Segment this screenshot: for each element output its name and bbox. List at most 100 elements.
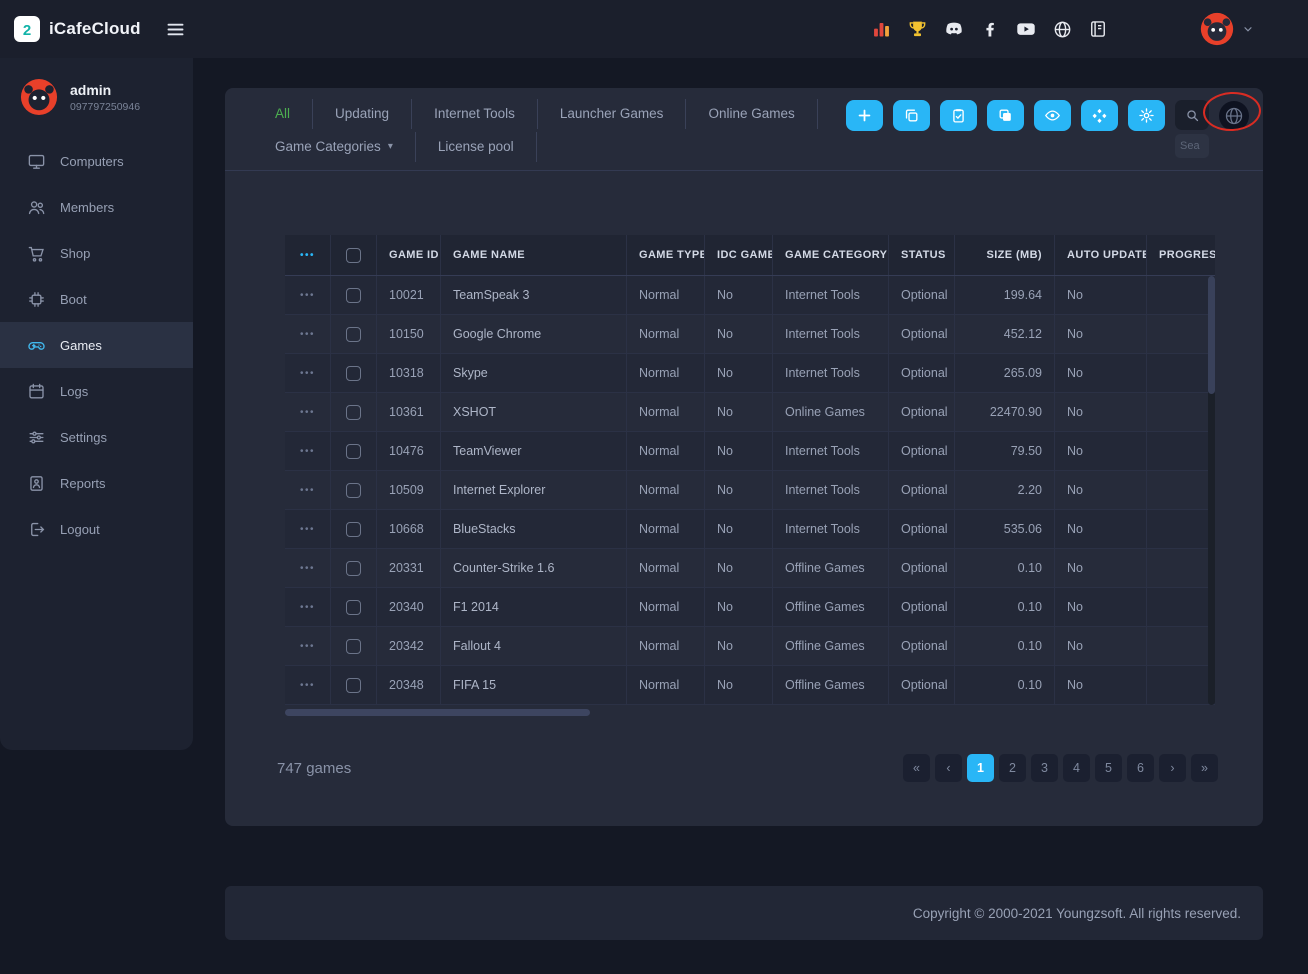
header-size-mb[interactable]: SIZE (MB) bbox=[955, 235, 1055, 275]
header-auto-update[interactable]: AUTO UPDATE bbox=[1055, 235, 1147, 275]
row-checkbox[interactable] bbox=[346, 600, 361, 615]
cell-game-name: F1 2014 bbox=[441, 588, 627, 626]
add-game-button[interactable] bbox=[846, 100, 883, 131]
category-manage-button[interactable] bbox=[1081, 100, 1118, 131]
page-4-button[interactable]: 4 bbox=[1063, 754, 1090, 782]
sidebar-item-games[interactable]: Games bbox=[0, 322, 193, 368]
row-menu-icon[interactable]: ••• bbox=[285, 354, 331, 392]
menu-toggle-icon[interactable] bbox=[165, 19, 186, 40]
table-row: ••• 10361 XSHOT Normal No Online Games O… bbox=[285, 393, 1215, 432]
row-checkbox[interactable] bbox=[346, 639, 361, 654]
page-prev-button[interactable]: ‹ bbox=[935, 754, 962, 782]
sidebar-item-logs[interactable]: Logs bbox=[0, 368, 193, 414]
cell-size-mb: 2.20 bbox=[955, 471, 1055, 509]
show-hide-button[interactable] bbox=[1034, 100, 1071, 131]
table-row: ••• 10021 TeamSpeak 3 Normal No Internet… bbox=[285, 276, 1215, 315]
sidebar-item-reports[interactable]: Reports bbox=[0, 460, 193, 506]
svg-text:2: 2 bbox=[23, 22, 31, 39]
tab-license-pool[interactable]: License pool bbox=[416, 132, 537, 162]
cell-progress bbox=[1147, 393, 1215, 431]
header-game-category[interactable]: GAME CATEGORY bbox=[773, 235, 889, 275]
cart-icon bbox=[27, 244, 46, 263]
cell-idc-game: No bbox=[705, 588, 773, 626]
cell-game-type: Normal bbox=[627, 354, 705, 392]
sidebar-item-label: Logout bbox=[60, 522, 100, 537]
chart-icon[interactable] bbox=[871, 19, 892, 40]
row-checkbox[interactable] bbox=[346, 444, 361, 459]
cell-progress bbox=[1147, 627, 1215, 665]
table-horizontal-scrollbar[interactable] bbox=[285, 709, 1215, 716]
page-3-button[interactable]: 3 bbox=[1031, 754, 1058, 782]
page-2-button[interactable]: 2 bbox=[999, 754, 1026, 782]
horizontal-scrollbar-thumb[interactable] bbox=[285, 709, 590, 716]
header-game-id[interactable]: GAME ID bbox=[377, 235, 441, 275]
page-next-button[interactable]: › bbox=[1159, 754, 1186, 782]
header-status[interactable]: STATUS bbox=[889, 235, 955, 275]
tab-launcher-games[interactable]: Launcher Games bbox=[538, 99, 687, 129]
vertical-scrollbar-thumb[interactable] bbox=[1208, 276, 1215, 394]
tab-all[interactable]: All bbox=[253, 99, 313, 129]
row-checkbox[interactable] bbox=[346, 327, 361, 342]
sidebar-item-settings[interactable]: Settings bbox=[0, 414, 193, 460]
row-menu-icon[interactable]: ••• bbox=[285, 315, 331, 353]
row-menu-icon[interactable]: ••• bbox=[285, 588, 331, 626]
game-settings-button[interactable] bbox=[1128, 100, 1165, 131]
table-vertical-scrollbar[interactable] bbox=[1208, 276, 1215, 705]
web-boot-button[interactable] bbox=[1219, 101, 1249, 131]
header-progress[interactable]: PROGRESS bbox=[1147, 235, 1215, 275]
row-checkbox[interactable] bbox=[346, 678, 361, 693]
tab-internet-tools[interactable]: Internet Tools bbox=[412, 99, 538, 129]
row-checkbox[interactable] bbox=[346, 522, 361, 537]
tab-game-categories[interactable]: Game Categories ▾ bbox=[253, 132, 416, 162]
header-actions-menu[interactable]: ••• bbox=[285, 235, 331, 275]
youtube-icon[interactable] bbox=[1015, 18, 1037, 40]
manual-book-icon[interactable] bbox=[1088, 19, 1108, 39]
trophy-icon[interactable] bbox=[907, 19, 928, 40]
clone-button[interactable] bbox=[987, 100, 1024, 131]
globe-icon[interactable] bbox=[1052, 19, 1073, 40]
page-first-button[interactable]: « bbox=[903, 754, 930, 782]
row-menu-icon[interactable]: ••• bbox=[285, 627, 331, 665]
sidebar-item-boot[interactable]: Boot bbox=[0, 276, 193, 322]
row-checkbox[interactable] bbox=[346, 405, 361, 420]
row-checkbox[interactable] bbox=[346, 366, 361, 381]
row-checkbox[interactable] bbox=[346, 483, 361, 498]
sidebar-item-computers[interactable]: Computers bbox=[0, 138, 193, 184]
user-menu-chevron-icon[interactable] bbox=[1242, 23, 1254, 35]
row-menu-icon[interactable]: ••• bbox=[285, 471, 331, 509]
row-menu-icon[interactable]: ••• bbox=[285, 549, 331, 587]
row-checkbox[interactable] bbox=[346, 288, 361, 303]
facebook-icon[interactable] bbox=[980, 19, 1000, 39]
search-input[interactable] bbox=[1175, 134, 1209, 158]
copy-games-button[interactable] bbox=[893, 100, 930, 131]
sidebar-item-logout[interactable]: Logout bbox=[0, 506, 193, 552]
page-6-button[interactable]: 6 bbox=[1127, 754, 1154, 782]
discord-icon[interactable] bbox=[943, 18, 965, 40]
user-menu[interactable] bbox=[1200, 12, 1254, 46]
sidebar-item-members[interactable]: Members bbox=[0, 184, 193, 230]
tab-online-games[interactable]: Online Games bbox=[686, 99, 817, 129]
row-checkbox-cell bbox=[331, 510, 377, 548]
cell-progress bbox=[1147, 315, 1215, 353]
search-button[interactable] bbox=[1175, 100, 1209, 130]
row-checkbox[interactable] bbox=[346, 561, 361, 576]
cell-game-id: 20340 bbox=[377, 588, 441, 626]
select-all-checkbox[interactable] bbox=[346, 248, 361, 263]
cell-progress bbox=[1147, 354, 1215, 392]
header-idc-game[interactable]: IDC GAME bbox=[705, 235, 773, 275]
row-menu-icon[interactable]: ••• bbox=[285, 510, 331, 548]
update-check-button[interactable] bbox=[940, 100, 977, 131]
user-avatar[interactable] bbox=[1200, 12, 1234, 46]
header-game-type[interactable]: GAME TYPE bbox=[627, 235, 705, 275]
header-game-name[interactable]: GAME NAME bbox=[441, 235, 627, 275]
cell-idc-game: No bbox=[705, 549, 773, 587]
row-menu-icon[interactable]: ••• bbox=[285, 432, 331, 470]
page-5-button[interactable]: 5 bbox=[1095, 754, 1122, 782]
sidebar-item-shop[interactable]: Shop bbox=[0, 230, 193, 276]
row-menu-icon[interactable]: ••• bbox=[285, 666, 331, 704]
page-last-button[interactable]: » bbox=[1191, 754, 1218, 782]
page-1-button[interactable]: 1 bbox=[967, 754, 994, 782]
tab-updating[interactable]: Updating bbox=[313, 99, 412, 129]
row-menu-icon[interactable]: ••• bbox=[285, 276, 331, 314]
row-menu-icon[interactable]: ••• bbox=[285, 393, 331, 431]
